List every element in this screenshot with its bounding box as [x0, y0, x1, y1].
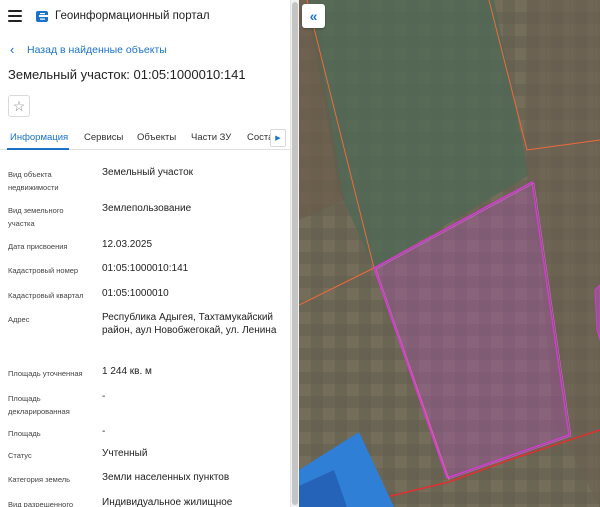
collapse-panel-button[interactable]: « [302, 4, 325, 28]
favorite-button[interactable]: ☆ [8, 95, 30, 117]
attribute-value: Республика Адыгея, Тахтамукайский район,… [102, 312, 277, 336]
attribute-label: Адрес [8, 315, 30, 324]
attribute-label: Категория земель [8, 475, 71, 484]
attribute-label: Площадь уточненная [8, 369, 83, 378]
attribute-value: Земли населенных пунктов [102, 472, 230, 483]
attribute-value: Землепользование [102, 203, 192, 214]
tabs-scroll-right-button[interactable]: ▶ [270, 129, 286, 147]
hamburger-icon[interactable] [8, 10, 22, 22]
portal-logo-icon [36, 11, 48, 22]
back-to-results-link[interactable]: ‹ Назад в найденные объекты [10, 42, 167, 57]
double-chevron-left-icon: « [309, 8, 318, 24]
attribute-label: Статус [8, 451, 32, 460]
attribute-label: Площадь декларированная [8, 394, 70, 416]
attribute-value: 12.03.2025 [102, 239, 153, 250]
chevron-left-icon: ‹ [10, 42, 15, 57]
panel-scrollbar[interactable] [290, 0, 299, 507]
tab-1[interactable]: Сервисы [84, 132, 123, 143]
map-view[interactable] [299, 0, 600, 507]
attribute-value: - [102, 426, 106, 437]
attribute-label: Кадастровый номер [8, 266, 79, 275]
back-link-label: Назад в найденные объекты [27, 44, 167, 56]
attribute-value: 01:05:1000010:141 [102, 263, 189, 274]
attribute-value: Учтенный [102, 448, 148, 459]
attribute-label: Кадастровый квартал [8, 291, 84, 300]
attribute-label: Площадь [8, 429, 41, 438]
object-info-panel: Геоинформационный портал ‹ Назад в найде… [0, 0, 290, 507]
attribute-value: - [102, 391, 106, 402]
attribute-value: Индивидуальное жилищное [102, 497, 233, 507]
map-canvas[interactable] [299, 0, 600, 507]
star-icon: ☆ [12, 97, 26, 114]
attribute-label: Вид объекта недвижимости [8, 170, 59, 192]
attribute-label: Вид земельного участка [8, 206, 64, 228]
app-title: Геоинформационный портал [55, 10, 210, 22]
tab-bar: Информация Сервисы Объекты Части ЗУ Состав ▶ [0, 128, 290, 150]
attribute-label: Вид разрешенного [8, 500, 74, 507]
tab-0[interactable]: Информация [10, 132, 68, 143]
attribute-value: 1 244 кв. м [102, 366, 152, 377]
page-title: Земельный участок: 01:05:1000010:141 [8, 67, 246, 82]
active-tab-indicator [7, 148, 69, 150]
tab-3[interactable]: Части ЗУ [191, 132, 231, 143]
tab-2[interactable]: Объекты [137, 132, 176, 143]
tab-4[interactable]: Состав [247, 132, 270, 143]
attribute-value: 01:05:1000010 [102, 288, 169, 299]
scrollbar-thumb[interactable] [292, 2, 298, 505]
attribute-value: Земельный участок [102, 167, 194, 178]
triangle-right-icon: ▶ [275, 135, 281, 142]
attribute-label: Дата присвоения [8, 242, 68, 251]
app-header: Геоинформационный портал [0, 0, 290, 34]
